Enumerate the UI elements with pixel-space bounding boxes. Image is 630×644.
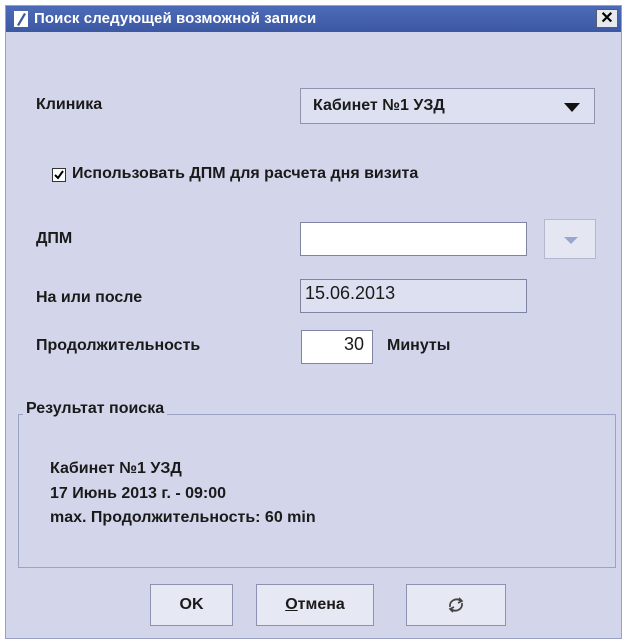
app-icon [14, 11, 28, 27]
check-icon [54, 170, 64, 180]
use-dpm-label: Использовать ДПМ для расчета дня визита [72, 165, 419, 182]
refresh-button[interactable] [406, 584, 506, 626]
after-date-value: 15.06.2013 [305, 283, 396, 303]
cancel-mnemonic: О [285, 596, 298, 613]
title-bar: Поиск следующей возможной записи ✕ [6, 6, 621, 32]
clinic-select[interactable]: Кабинет №1 УЗД [300, 88, 595, 124]
dpm-input[interactable] [300, 222, 527, 256]
chevron-down-icon [564, 103, 580, 112]
duration-unit: Минуты [387, 337, 451, 354]
duration-input[interactable]: 30 [301, 330, 373, 364]
use-dpm-checkbox[interactable] [52, 168, 66, 182]
cancel-label-rest: тмена [297, 596, 345, 613]
result-datetime: 17 Июнь 2013 г. - 09:00 [50, 485, 227, 502]
cancel-button[interactable]: Отмена [256, 584, 374, 626]
ok-button[interactable]: OK [150, 584, 233, 626]
clinic-select-value: Кабинет №1 УЗД [313, 97, 445, 114]
result-max-duration: max. Продолжительность: 60 min [50, 509, 316, 526]
dpm-label: ДПМ [36, 230, 73, 247]
clinic-label: Клиника [36, 96, 103, 113]
dialog-window: Поиск следующей возможной записи ✕ Клини… [5, 5, 622, 639]
refresh-icon [448, 597, 464, 613]
duration-input-value: 30 [343, 334, 364, 354]
duration-label: Продолжительность [36, 337, 201, 354]
after-date-field[interactable]: 15.06.2013 [300, 279, 527, 313]
after-label: На или после [36, 289, 143, 306]
close-icon: ✕ [600, 10, 614, 27]
close-button[interactable]: ✕ [596, 9, 618, 28]
window-title: Поиск следующей возможной записи [34, 10, 317, 27]
result-clinic: Кабинет №1 УЗД [50, 460, 182, 477]
chevron-down-icon [564, 237, 578, 244]
dpm-dropdown-button[interactable] [544, 219, 596, 259]
search-result-title: Результат поиска [23, 400, 168, 418]
